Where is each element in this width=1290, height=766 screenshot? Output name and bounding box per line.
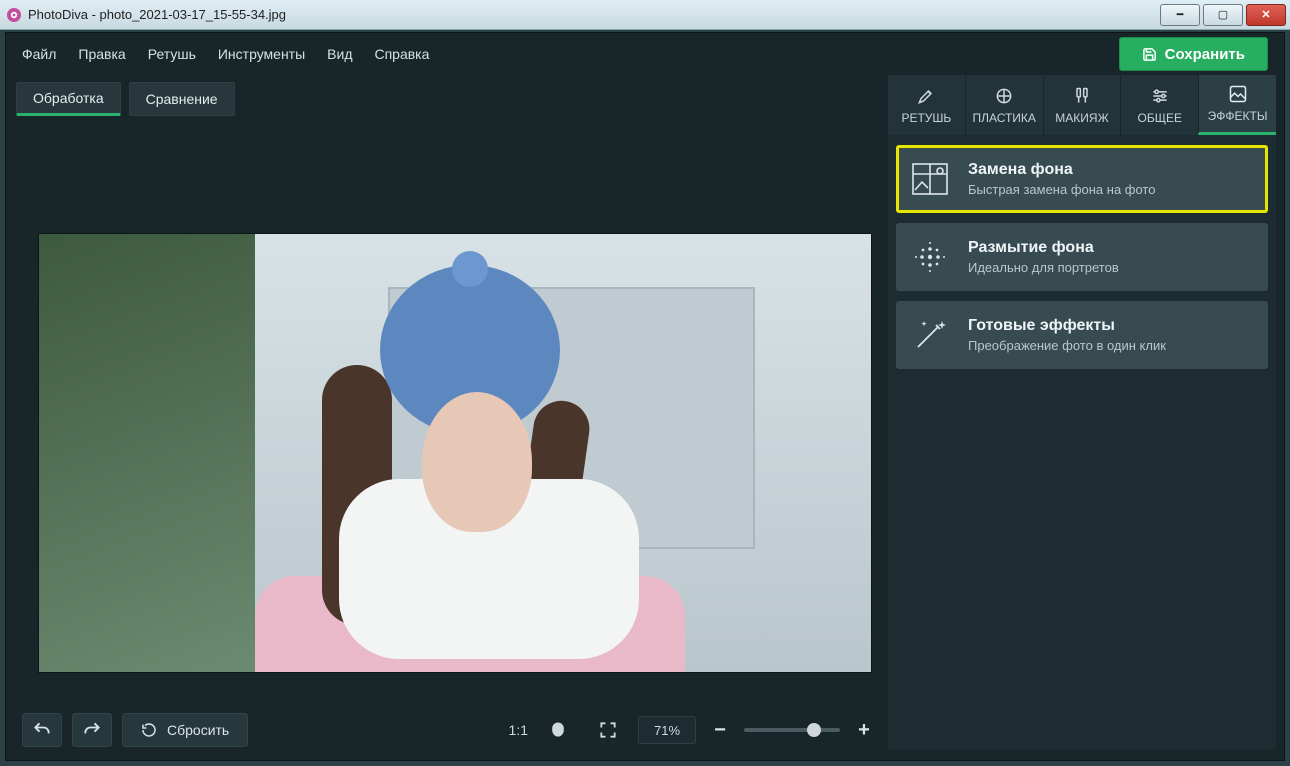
tab-retouch[interactable]: РЕТУШЬ — [888, 75, 965, 135]
fullscreen-icon — [598, 720, 618, 740]
reset-icon — [141, 722, 157, 738]
app-frame: Файл Правка Ретушь Инструменты Вид Справ… — [5, 32, 1285, 761]
menu-edit[interactable]: Правка — [78, 46, 125, 62]
effect-title: Замена фона — [968, 161, 1155, 179]
redo-icon — [82, 720, 102, 740]
plus-icon: + — [858, 719, 870, 742]
canvas-area[interactable] — [16, 135, 884, 704]
mode-process[interactable]: Обработка — [16, 82, 121, 116]
save-button[interactable]: Сохранить — [1119, 37, 1268, 71]
magic-wand-icon — [910, 315, 950, 355]
photo-canvas[interactable] — [38, 233, 872, 673]
close-button[interactable]: ✕ — [1246, 4, 1286, 26]
reset-button[interactable]: Сбросить — [122, 713, 248, 747]
undo-button[interactable] — [22, 713, 62, 747]
menu-help[interactable]: Справка — [374, 46, 429, 62]
mode-compare[interactable]: Сравнение — [129, 82, 235, 116]
minus-icon: − — [714, 719, 726, 742]
zoom-in-button[interactable]: + — [850, 713, 878, 747]
tab-effects[interactable]: ЭФФЕКТЫ — [1198, 75, 1276, 135]
tool-tabs: РЕТУШЬ ПЛАСТИКА МАКИЯЖ ОБЩЕЕ ЭФФЕКТЫ — [888, 75, 1276, 135]
effect-blur-bg[interactable]: Размытие фона Идеально для портретов — [896, 223, 1268, 291]
effect-title: Размытие фона — [968, 239, 1119, 257]
zoom-percent[interactable]: 71% — [638, 716, 696, 744]
tab-effects-label: ЭФФЕКТЫ — [1208, 109, 1268, 123]
tab-plastic[interactable]: ПЛАСТИКА — [965, 75, 1043, 135]
plastic-icon — [994, 86, 1014, 106]
retouch-icon — [916, 86, 936, 106]
effect-subtitle: Быстрая замена фона на фото — [968, 182, 1155, 197]
menubar: Файл Правка Ретушь Инструменты Вид Справ… — [6, 33, 1284, 75]
effects-panel: Замена фона Быстрая замена фона на фото … — [888, 135, 1276, 750]
tab-makeup[interactable]: МАКИЯЖ — [1043, 75, 1121, 135]
undo-icon — [32, 720, 52, 740]
zoom-slider-knob[interactable] — [807, 723, 821, 737]
sliders-icon — [1150, 86, 1170, 106]
replace-bg-icon — [910, 159, 950, 199]
effect-title: Готовые эффекты — [968, 317, 1166, 335]
tab-plastic-label: ПЛАСТИКА — [972, 111, 1035, 125]
effect-presets[interactable]: Готовые эффекты Преображение фото в один… — [896, 301, 1268, 369]
effect-subtitle: Преображение фото в один клик — [968, 338, 1166, 353]
fit-screen-button[interactable] — [588, 713, 628, 747]
save-button-label: Сохранить — [1165, 46, 1245, 63]
effect-replace-bg[interactable]: Замена фона Быстрая замена фона на фото — [896, 145, 1268, 213]
tab-makeup-label: МАКИЯЖ — [1055, 111, 1108, 125]
app-icon — [6, 7, 22, 23]
face-icon — [548, 720, 568, 740]
tab-retouch-label: РЕТУШЬ — [901, 111, 951, 125]
save-icon — [1142, 47, 1157, 62]
minimize-button[interactable]: ━ — [1160, 4, 1200, 26]
menu-tools[interactable]: Инструменты — [218, 46, 305, 62]
face-detect-button[interactable] — [538, 713, 578, 747]
bottom-toolbar: Сбросить 1:1 71% − + — [16, 708, 884, 752]
window-title: PhotoDiva - photo_2021-03-17_15-55-34.jp… — [28, 7, 286, 22]
tab-general[interactable]: ОБЩЕЕ — [1120, 75, 1198, 135]
tab-general-label: ОБЩЕЕ — [1138, 111, 1182, 125]
makeup-icon — [1072, 86, 1092, 106]
menu-view[interactable]: Вид — [327, 46, 352, 62]
blur-bg-icon — [910, 237, 950, 277]
effect-subtitle: Идеально для портретов — [968, 260, 1119, 275]
effects-icon — [1228, 84, 1248, 104]
reset-button-label: Сбросить — [167, 722, 229, 738]
redo-button[interactable] — [72, 713, 112, 747]
menu-retouch[interactable]: Ретушь — [148, 46, 196, 62]
zoom-slider[interactable] — [744, 728, 840, 732]
menu-file[interactable]: Файл — [22, 46, 56, 62]
window-titlebar: PhotoDiva - photo_2021-03-17_15-55-34.jp… — [0, 0, 1290, 30]
maximize-button[interactable]: ▢ — [1203, 4, 1243, 26]
zoom-ratio-label[interactable]: 1:1 — [509, 722, 528, 738]
zoom-out-button[interactable]: − — [706, 713, 734, 747]
